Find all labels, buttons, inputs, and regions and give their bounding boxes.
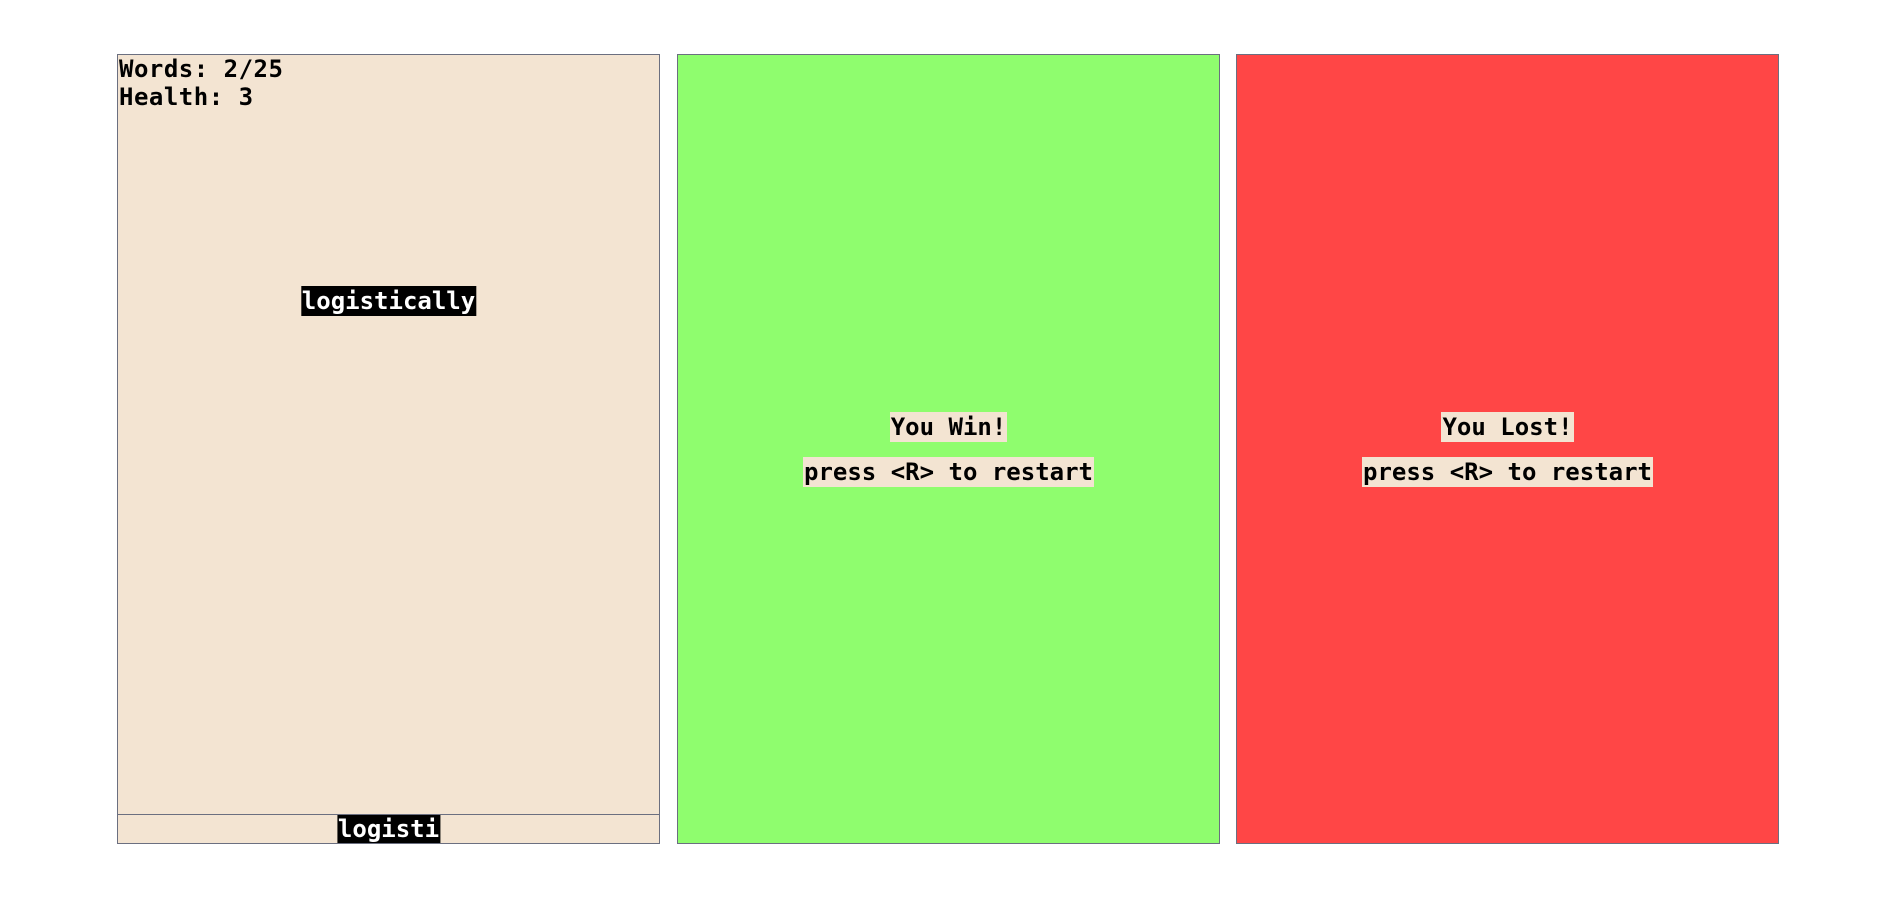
typing-input-bar[interactable]: logisti — [118, 814, 659, 843]
game-panel-win: You Win! press <R> to restart — [677, 54, 1220, 844]
falling-word: logistically — [300, 286, 477, 316]
win-restart-hint: press <R> to restart — [803, 457, 1094, 487]
win-title: You Win! — [889, 412, 1008, 442]
health-counter: Health: 3 — [119, 83, 254, 111]
game-panel-lose: You Lost! press <R> to restart — [1236, 54, 1779, 844]
lose-message-box: You Lost! press <R> to restart — [1237, 412, 1778, 487]
typed-text: logisti — [336, 815, 441, 843]
win-message-box: You Win! press <R> to restart — [678, 412, 1219, 487]
lose-title: You Lost! — [1441, 412, 1574, 442]
game-panel-playing[interactable]: Words: 2/25 Health: 3 logistically logis… — [117, 54, 660, 844]
lose-restart-hint: press <R> to restart — [1362, 457, 1653, 487]
words-counter: Words: 2/25 — [119, 55, 284, 83]
